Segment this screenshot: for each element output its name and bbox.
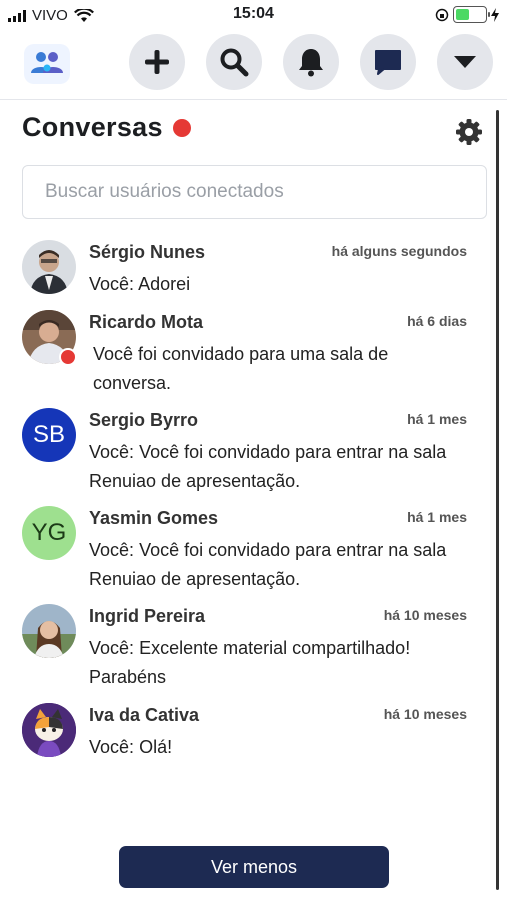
conversation-item[interactable]: Sérgio Nunes há alguns segundos Você: Ad…: [0, 240, 507, 300]
create-button[interactable]: [129, 34, 185, 90]
conversation-name: Ingrid Pereira: [89, 606, 206, 626]
bell-icon: [299, 49, 323, 77]
show-less-button[interactable]: Ver menos: [119, 846, 389, 888]
gear-icon[interactable]: [455, 118, 483, 146]
battery-icon: [453, 6, 490, 23]
plus-icon: [145, 50, 169, 74]
message-prefix: Você:: [89, 737, 135, 757]
message-text: Excelente material compartilhado! Parabé…: [89, 638, 411, 687]
message-text: Você foi convidado para entrar na sala R…: [89, 442, 447, 491]
conversation-name: Ricardo Mota: [89, 312, 204, 332]
conversation-name: Yasmin Gomes: [89, 508, 219, 528]
conversation-preview: Você: Excelente material compartilhado! …: [89, 634, 459, 692]
avatar-initials: SB: [32, 421, 65, 448]
conversation-preview: Você foi convidado para uma sala de conv…: [93, 340, 423, 398]
conversation-name: Sergio Byrro: [89, 410, 199, 430]
conversation-name: Sérgio Nunes: [89, 242, 206, 262]
avatar-initials: YG: [31, 519, 67, 546]
account-menu-button[interactable]: [437, 34, 493, 90]
message-prefix: Você:: [89, 540, 135, 560]
search-input[interactable]: [22, 165, 487, 219]
message-prefix: Você:: [89, 442, 135, 462]
caret-down-icon: [454, 56, 476, 68]
message-text: Olá!: [139, 737, 173, 757]
avatar: [22, 240, 76, 294]
message-text: Você foi convidado para uma sala de conv…: [93, 344, 389, 393]
online-status-dot: [59, 348, 77, 366]
avatar: YG: [22, 506, 76, 560]
charging-icon: [491, 7, 499, 22]
top-nav: [0, 30, 507, 100]
notifications-button[interactable]: [283, 34, 339, 90]
conversations-header: Conversas: [22, 112, 487, 158]
conversation-item[interactable]: Ingrid Pereira há 10 meses Você: Excelen…: [0, 604, 507, 694]
conversation-item[interactable]: SB Sergio Byrro há 1 mes Você: Você foi …: [0, 408, 507, 498]
avatar: SB: [22, 408, 76, 462]
unread-indicator: [172, 118, 191, 137]
conversation-preview: Você: Você foi convidado para entrar na …: [89, 536, 459, 594]
avatar: [22, 604, 76, 658]
conversation-preview: Você: Você foi convidado para entrar na …: [89, 438, 459, 496]
page-title: Conversas: [22, 112, 163, 142]
conversation-time: há alguns segundos: [331, 243, 467, 259]
conversation-time: há 1 mes: [407, 509, 467, 525]
messages-button[interactable]: [360, 34, 416, 90]
conversation-preview: Você: Adorei: [89, 270, 459, 299]
conversation-item[interactable]: YG Yasmin Gomes há 1 mes Você: Você foi …: [0, 506, 507, 596]
conversation-item[interactable]: Ricardo Mota há 6 dias Você foi convidad…: [0, 310, 507, 400]
conversation-time: há 1 mes: [407, 411, 467, 427]
avatar: [22, 703, 76, 757]
conversation-item[interactable]: Iva da Cativa há 10 meses Você: Olá!: [0, 703, 507, 763]
status-bar: VIVO 15:04: [0, 0, 507, 30]
message-text: Você foi convidado para entrar na sala R…: [89, 540, 447, 589]
status-time: 15:04: [233, 5, 274, 22]
conversation-preview: Você: Olá!: [89, 733, 459, 762]
app-logo[interactable]: [24, 44, 70, 84]
conversation-time: há 10 meses: [383, 607, 467, 623]
message-text: Adorei: [138, 274, 191, 294]
scrollbar[interactable]: [496, 110, 499, 890]
search-icon: [220, 48, 249, 77]
message-prefix: Você:: [89, 274, 135, 294]
lock-rotation-icon: [435, 8, 449, 21]
conversation-time: há 6 dias: [407, 313, 467, 329]
search-button[interactable]: [206, 34, 262, 90]
conversation-name: Iva da Cativa: [89, 705, 200, 725]
chat-bubble-icon: [375, 50, 401, 75]
message-prefix: Você:: [89, 638, 135, 658]
conversation-time: há 10 meses: [383, 706, 467, 722]
